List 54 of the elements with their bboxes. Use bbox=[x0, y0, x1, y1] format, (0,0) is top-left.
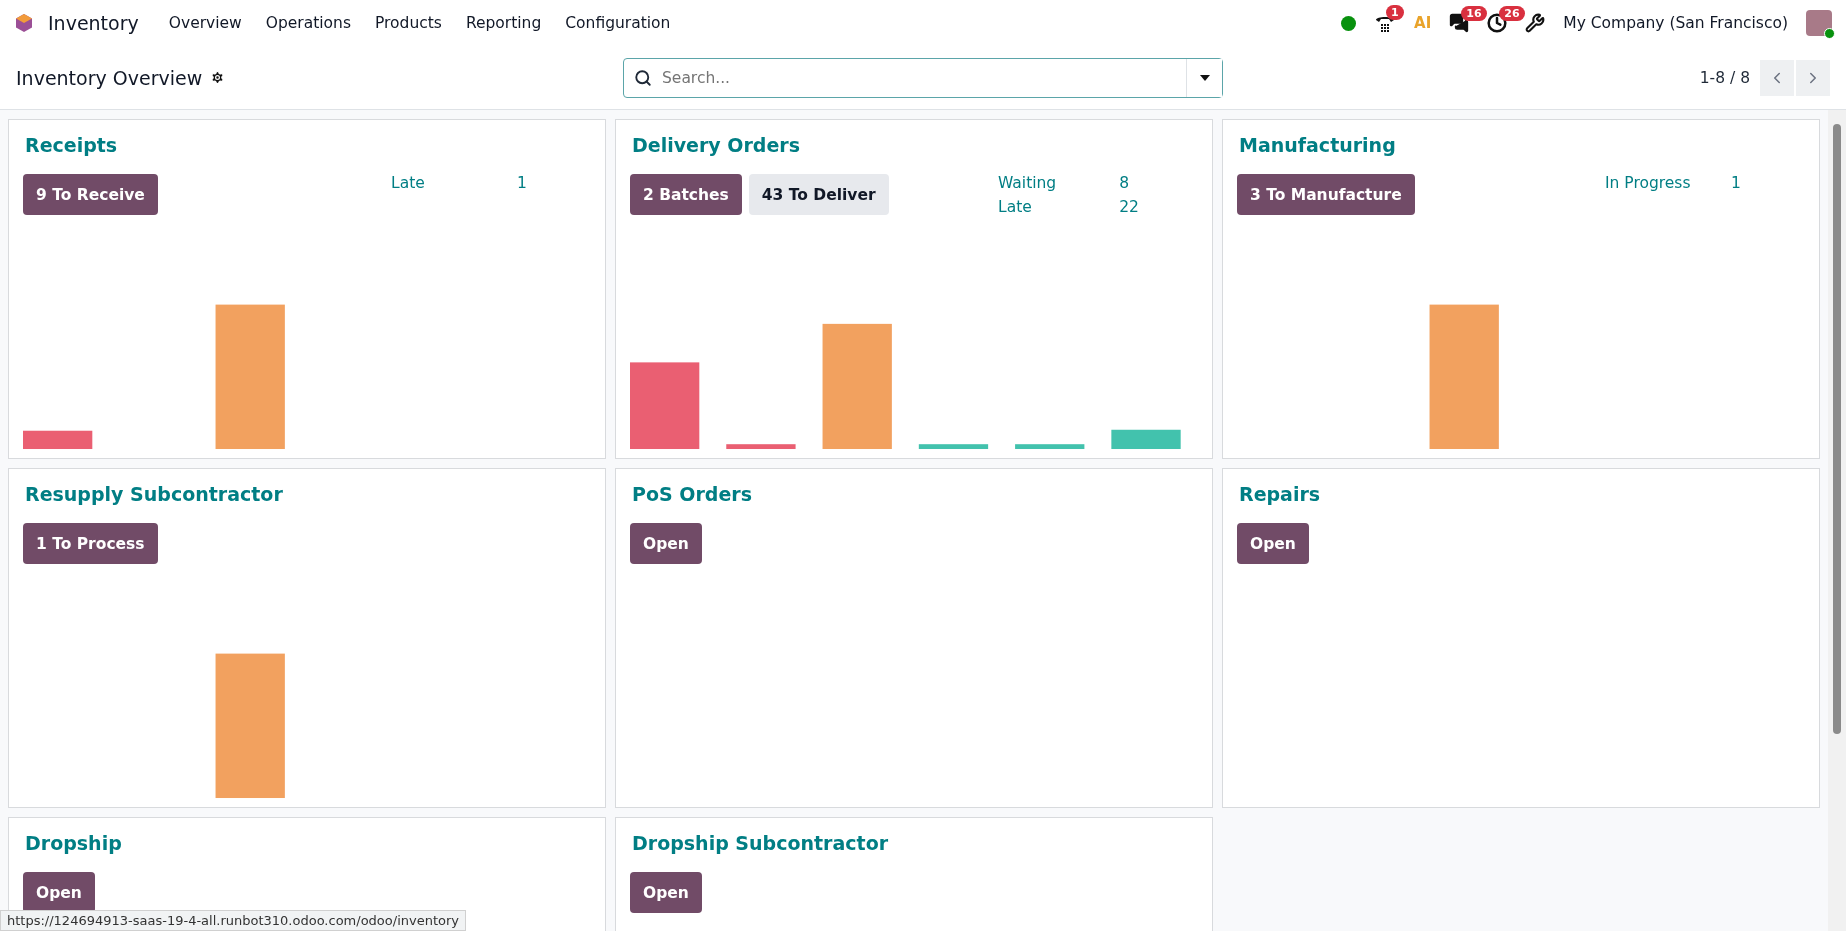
notification-badge: 26 bbox=[1499, 6, 1525, 21]
caret-icon bbox=[1199, 74, 1210, 81]
notification-badge: 16 bbox=[1461, 6, 1487, 21]
stat-link[interactable]: Waiting bbox=[998, 174, 1108, 192]
search-bar[interactable]: Search... bbox=[623, 57, 1223, 98]
stat-count[interactable]: 22 bbox=[1119, 198, 1148, 216]
page-title: Inventory Overview bbox=[16, 66, 203, 89]
action-button[interactable]: 9 To Receive bbox=[23, 174, 158, 215]
card-title[interactable]: Dropship Subcontractor bbox=[630, 832, 1198, 854]
action-button[interactable]: Open bbox=[630, 523, 702, 564]
menu-item[interactable]: Overview bbox=[158, 14, 252, 32]
action-button[interactable]: 43 To Deliver bbox=[748, 174, 889, 215]
chart-bar bbox=[1111, 429, 1181, 449]
pager-text: 1-8 / 8 bbox=[1699, 68, 1750, 87]
chart-bar bbox=[1015, 444, 1085, 449]
user-avatar[interactable] bbox=[1806, 10, 1832, 36]
action-button[interactable]: 1 To Process bbox=[23, 523, 158, 564]
menu-item[interactable]: Reporting bbox=[455, 14, 552, 32]
card-title[interactable]: Resupply Subcontractor bbox=[23, 483, 591, 505]
company-name[interactable]: My Company (San Francisco) bbox=[1563, 14, 1788, 32]
search-dropdown-button[interactable] bbox=[1186, 58, 1222, 97]
card-title[interactable]: Manufacturing bbox=[1237, 134, 1805, 156]
chart-bar bbox=[726, 444, 796, 449]
tools-icon[interactable] bbox=[1525, 13, 1546, 33]
stat-count[interactable]: 1 bbox=[1731, 174, 1755, 192]
stat-link[interactable]: Late bbox=[998, 198, 1108, 216]
chart-bar bbox=[23, 430, 93, 449]
search-field[interactable]: Search... bbox=[660, 58, 1186, 97]
menu-item[interactable]: Configuration bbox=[555, 14, 681, 32]
stat-link[interactable]: Late bbox=[391, 174, 506, 192]
app-name[interactable]: Inventory bbox=[48, 12, 139, 34]
card-title[interactable]: Delivery Orders bbox=[630, 134, 1198, 156]
menu-item[interactable]: Operations bbox=[255, 14, 361, 32]
action-button[interactable]: 2 Batches bbox=[630, 174, 742, 215]
card-title[interactable]: Dropship bbox=[23, 832, 591, 854]
action-button[interactable]: Open bbox=[630, 872, 702, 913]
action-button[interactable]: 3 To Manufacture bbox=[1237, 174, 1415, 215]
menu-item[interactable]: Products bbox=[364, 14, 452, 32]
chart-bar bbox=[918, 444, 989, 449]
scrollbar[interactable] bbox=[1828, 110, 1846, 931]
search-icon bbox=[634, 68, 652, 87]
stat-link[interactable]: In Progress bbox=[1605, 174, 1720, 192]
action-button[interactable]: Open bbox=[1237, 523, 1309, 564]
status-url: https://124694913-saas-19-4-all.runbot310.odoo.com/odoo/inventory bbox=[0, 910, 466, 931]
notification-badge: 1 bbox=[1386, 5, 1404, 20]
action-button[interactable]: Open bbox=[23, 872, 95, 913]
app-logo-icon[interactable] bbox=[14, 13, 34, 33]
presence-dot bbox=[1341, 15, 1357, 31]
stat-count[interactable]: 8 bbox=[1119, 174, 1148, 192]
card-title[interactable]: Receipts bbox=[23, 134, 591, 156]
card-title[interactable]: PoS Orders bbox=[630, 483, 1198, 505]
card-title[interactable]: Repairs bbox=[1237, 483, 1805, 505]
stat-count[interactable]: 1 bbox=[517, 174, 541, 192]
settings-icon[interactable] bbox=[210, 70, 226, 85]
